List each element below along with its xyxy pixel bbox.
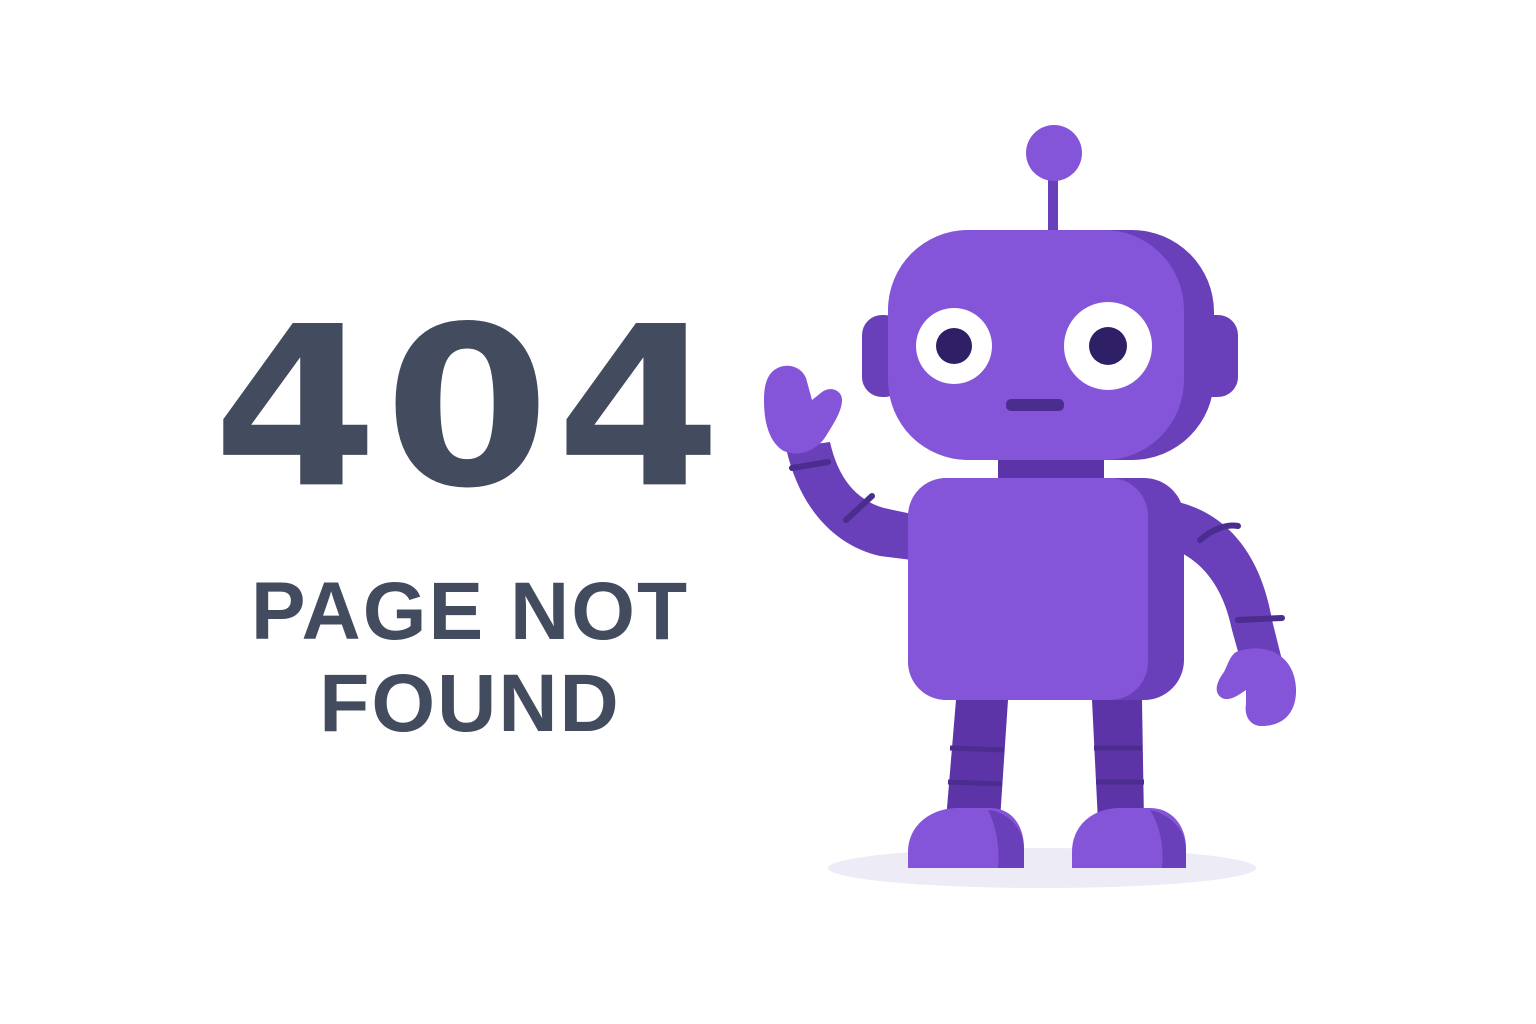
robot-hand-right [1216,648,1297,726]
error-message-block: 404 PAGE NOT FOUND [200,290,740,750]
robot-illustration [760,120,1320,910]
robot-mouth [1006,399,1064,411]
error-message-line-2: FOUND [319,658,621,749]
not-found-page: 404 PAGE NOT FOUND [0,0,1536,1024]
robot-leg-right [1092,700,1144,822]
robot-hand-left [764,365,842,454]
error-message: PAGE NOT FOUND [200,566,740,750]
error-message-line-1: PAGE NOT [250,566,690,657]
robot-shadow [828,848,1256,888]
robot-antenna-ball [1026,125,1082,181]
robot-arm-left [786,442,912,560]
robot-leg-left [946,700,1008,820]
error-code: 404 [212,279,728,538]
robot-icon [764,125,1297,888]
